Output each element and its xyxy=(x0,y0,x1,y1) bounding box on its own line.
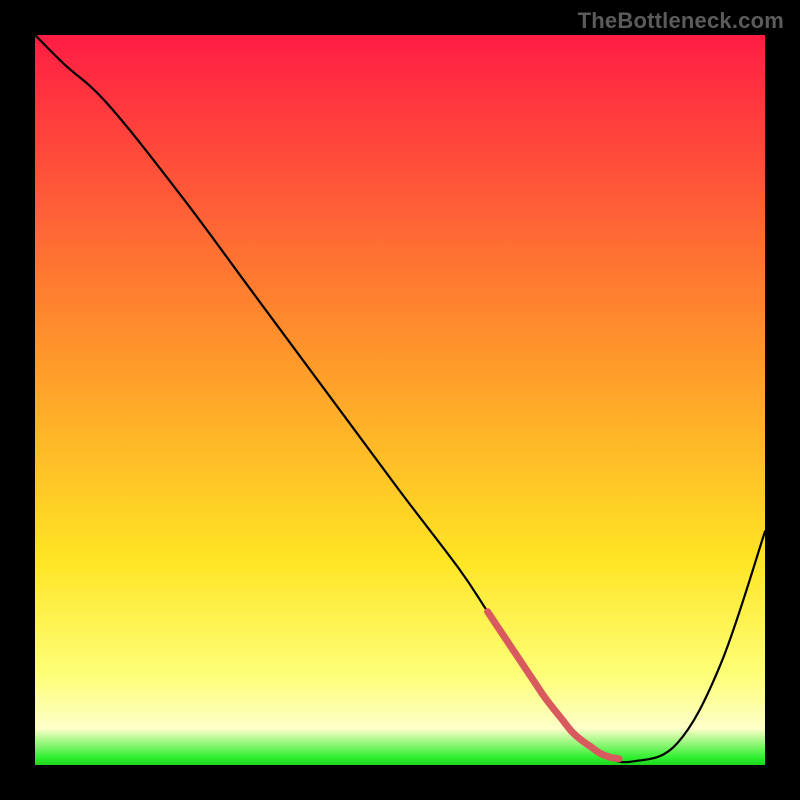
chart-frame: TheBottleneck.com xyxy=(0,0,800,800)
bottleneck-curve xyxy=(35,35,765,765)
accent-segment xyxy=(488,612,619,759)
plot-area xyxy=(35,35,765,765)
curve-path xyxy=(35,35,765,762)
watermark-text: TheBottleneck.com xyxy=(578,8,784,34)
